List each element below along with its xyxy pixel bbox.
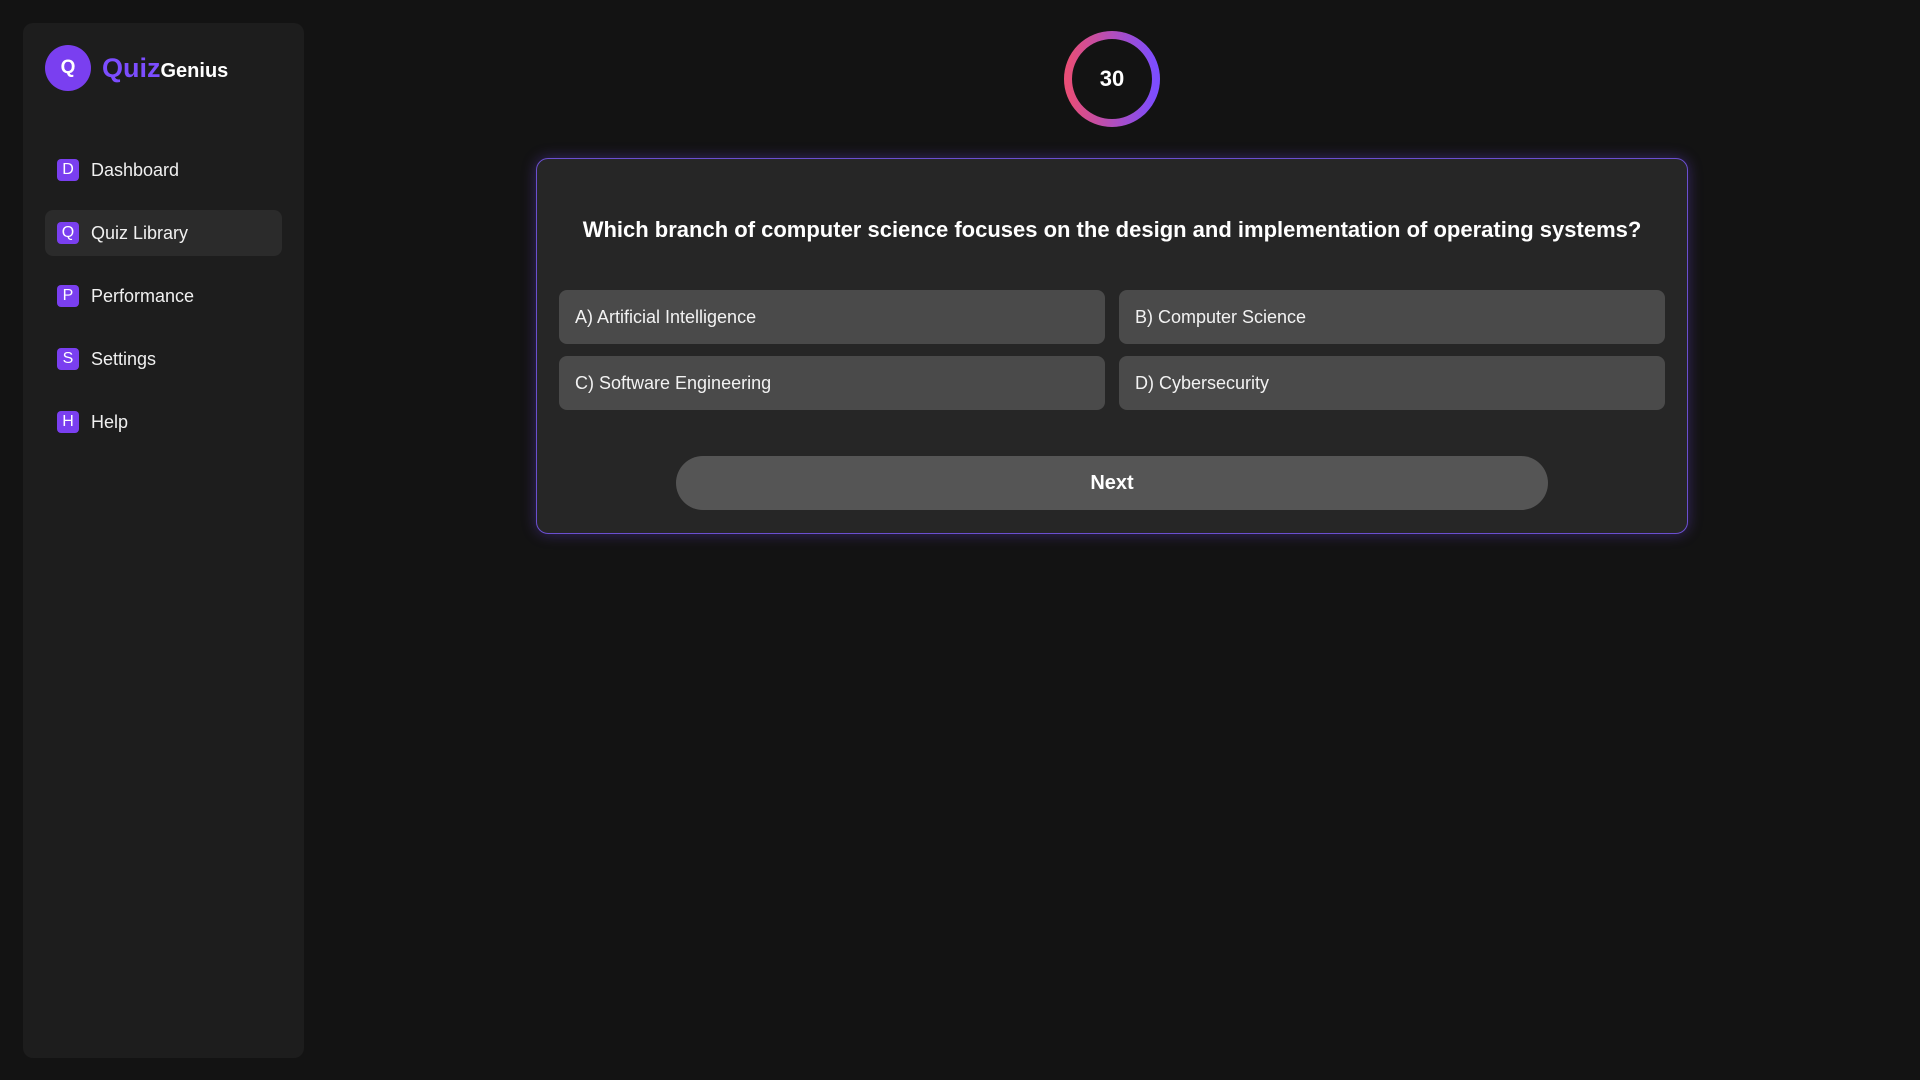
sidebar-item-performance[interactable]: P Performance: [45, 273, 282, 319]
help-icon: H: [57, 411, 79, 433]
sidebar-item-help[interactable]: H Help: [45, 399, 282, 445]
question-card: Which branch of computer science focuses…: [536, 158, 1688, 534]
sidebar: Q Quiz Genius D Dashboard Q Quiz Library…: [23, 23, 304, 1058]
answer-options: A) Artificial Intelligence B) Computer S…: [559, 290, 1665, 410]
sidebar-item-label: Help: [91, 411, 129, 432]
brand-name-genius: Genius: [160, 59, 229, 82]
settings-icon: S: [57, 348, 79, 370]
question-text: Which branch of computer science focuses…: [582, 217, 1642, 242]
answer-option-d[interactable]: D) Cybersecurity: [1119, 356, 1665, 410]
performance-icon: P: [57, 285, 79, 307]
brand-logo[interactable]: Q Quiz Genius: [45, 45, 228, 91]
sidebar-item-label: Settings: [91, 348, 157, 369]
quiz-library-icon: Q: [57, 222, 79, 244]
brand-name: Quiz Genius: [102, 53, 228, 84]
countdown-timer: 30: [1062, 29, 1162, 129]
brand-name-quiz: Quiz: [102, 52, 161, 83]
sidebar-item-label: Dashboard: [91, 159, 180, 180]
answer-option-a[interactable]: A) Artificial Intelligence: [559, 290, 1105, 344]
sidebar-item-label: Quiz Library: [91, 222, 189, 243]
sidebar-item-dashboard[interactable]: D Dashboard: [45, 147, 282, 193]
sidebar-item-label: Performance: [91, 285, 195, 306]
dashboard-icon: D: [57, 159, 79, 181]
logo-avatar: Q: [45, 45, 91, 91]
answer-option-c[interactable]: C) Software Engineering: [559, 356, 1105, 410]
next-button[interactable]: Next: [676, 456, 1548, 510]
sidebar-item-settings[interactable]: S Settings: [45, 336, 282, 382]
sidebar-nav: D Dashboard Q Quiz Library P Performance…: [45, 147, 282, 462]
timer-value: 30: [1099, 66, 1125, 91]
sidebar-item-quiz-library[interactable]: Q Quiz Library: [45, 210, 282, 256]
answer-option-b[interactable]: B) Computer Science: [1119, 290, 1665, 344]
